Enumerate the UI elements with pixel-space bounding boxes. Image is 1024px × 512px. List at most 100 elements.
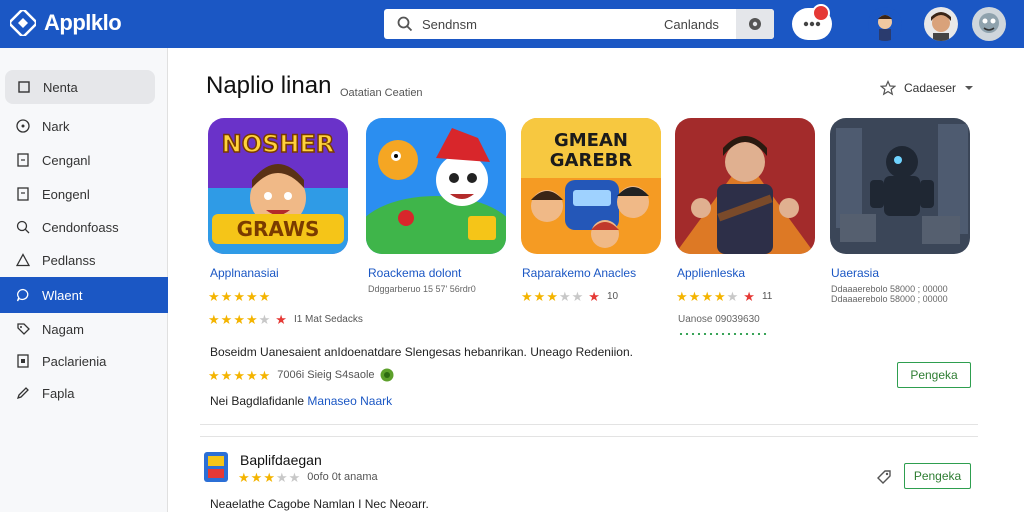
sidebar-item-2[interactable]: Cenganl [0,143,168,177]
sidebar: Nenta Nark Cenganl Eongenl Cendonfoass P… [0,48,168,512]
search-input[interactable]: Sendnsm [422,17,622,32]
get-button[interactable]: Pengeka [904,463,971,489]
search-icon [390,9,420,39]
app-card-4[interactable] [830,118,970,254]
chat-icon [14,286,32,304]
sidebar-item-label: Wlaent [42,287,83,303]
app-icon[interactable] [203,451,229,483]
app-title: Applklo [44,10,122,35]
compass-icon [14,117,32,135]
page-title: Naplio linan [206,72,332,99]
sidebar-item-0[interactable]: Nenta [5,70,155,104]
featured-description: Boseidm Uanesaient anIdoenatdare Slenges… [210,345,633,359]
featured-link[interactable]: Manaseo Naark [307,394,392,408]
page-icon [14,352,32,370]
svg-text:GMEAN: GMEAN [554,130,628,151]
sidebar-item-7[interactable]: Nagam [0,312,168,346]
sidebar-item-9[interactable]: Fapla [0,376,168,410]
tag-icon [14,320,32,338]
app-meta: Ddaaaerebolo 58000 ; 00000 [831,294,948,304]
pen-icon [14,384,32,402]
app-logo[interactable]: Applklo [10,10,122,36]
rating-stars: ★ ★ ★ ★ ★ ★ 10 [521,289,619,304]
rating-stars: ★ ★ ★ ★ ★ [208,289,271,304]
sidebar-item-5[interactable]: Pedlanss [0,243,168,277]
avatar-user[interactable] [924,7,958,41]
sort-label: Cadaeser [904,81,957,95]
app-card-2[interactable]: GMEAN GAREBR [521,118,661,254]
app-name[interactable]: Applienleska [677,266,745,280]
divider [200,424,978,425]
app-thumbnail[interactable] [366,118,506,254]
rating-stars: ★ ★ ★ ★ ★ ★ I1 Mat Sedacks [208,312,363,327]
search-bar[interactable]: Sendnsm Canlands [384,9,774,39]
chevron-down-icon [965,86,974,90]
badge-icon [380,368,394,382]
top-bar: Applklo Sendnsm Canlands [0,0,1024,48]
app-name[interactable]: Uaerasia [831,266,879,280]
app-thumbnail[interactable]: GMEAN GAREBR [521,118,661,254]
app-name[interactable]: Raparakemo Anacles [522,266,636,280]
app-card-3[interactable] [675,118,815,254]
avatar-other[interactable] [972,7,1006,41]
app-meta: Ddggarberuo 15 57' 56rdr0 [368,284,476,294]
row-description: Neaelathe Cagobe Namlan I Nec Neoarr. [210,497,429,511]
logo-icon [10,10,36,36]
app-meta: Uanose 09039630 [678,314,760,325]
rating-count: 10 [606,290,619,302]
search-icon [14,218,32,236]
rating-count: 11 [761,290,773,302]
avatar-small[interactable] [868,7,902,41]
search-scope[interactable]: Canlands [664,17,719,32]
app-thumbnail[interactable] [675,118,815,254]
sidebar-item-3[interactable]: Eongenl [0,177,168,211]
triangle-icon [14,251,32,269]
link-prefix: Nei Bagdlafidanle [210,394,308,408]
rating-stars: ★ ★ ★ ★ ★ ★ 11 [676,289,773,304]
search-submit-button[interactable] [736,9,774,39]
sidebar-item-label: Pedlanss [42,252,96,268]
sidebar-item-label: Nenta [43,79,78,95]
sort-dropdown[interactable]: Cadaeser [880,80,974,96]
page-icon [14,185,32,203]
featured-link-line: Nei Bagdlafidanle Manaseo Naark [210,394,392,408]
progress-dots [678,333,768,335]
svg-text:GAREBR: GAREBR [550,150,633,171]
notification-badge [812,4,830,22]
page-subtitle: Oatatian Ceatien [340,87,423,99]
messages-button[interactable] [792,4,832,40]
rating-stars: ★ ★ ★ ★ ★ 7006i Sieig S4saole [208,368,394,382]
sidebar-item-label: Cenganl [42,152,91,168]
sidebar-item-label: Paclarienia [42,353,107,369]
sidebar-item-8[interactable]: Paclarienia [0,344,168,378]
get-button[interactable]: Pengeka [897,362,971,388]
app-thumbnail[interactable]: GRAWS NOSHER [208,118,348,254]
app-card-0[interactable]: GRAWS NOSHER [208,118,348,254]
sidebar-item-label: Nagam [42,321,84,337]
tag-icon[interactable] [876,469,892,485]
app-name[interactable]: Applnanasiai [210,266,279,280]
rating-count: I1 Mat Sedacks [293,313,363,325]
sidebar-item-label: Eongenl [42,186,90,202]
sidebar-item-label: Fapla [42,385,75,401]
sidebar-item-label: Nark [42,118,70,134]
app-meta: Ddaaaerebolo 58000 ; 00000 [831,284,948,294]
app-name[interactable]: Roackema dolont [368,266,461,280]
sidebar-item-4[interactable]: Cendonfoass [0,210,168,244]
divider [200,436,978,437]
page-icon [14,151,32,169]
rating-count: 0ofo 0t anama [307,471,378,483]
sidebar-item-label: Cendonfoass [42,219,119,235]
rating-count: 7006i Sieig S4saole [277,368,375,381]
search-go-icon [749,18,761,30]
app-card-1[interactable] [366,118,506,254]
app-thumbnail[interactable] [830,118,970,254]
sidebar-item-1[interactable]: Nark [0,109,168,143]
square-icon [15,78,33,96]
row-title[interactable]: Baplifdaegan [240,452,322,468]
star-outline-icon [880,80,896,96]
svg-text:NOSHER: NOSHER [222,130,335,158]
svg-text:GRAWS: GRAWS [237,217,320,241]
rating-stars: ★ ★ ★ ★ ★ 0ofo 0t anama [238,470,378,485]
sidebar-item-6[interactable]: Wlaent [0,277,168,313]
